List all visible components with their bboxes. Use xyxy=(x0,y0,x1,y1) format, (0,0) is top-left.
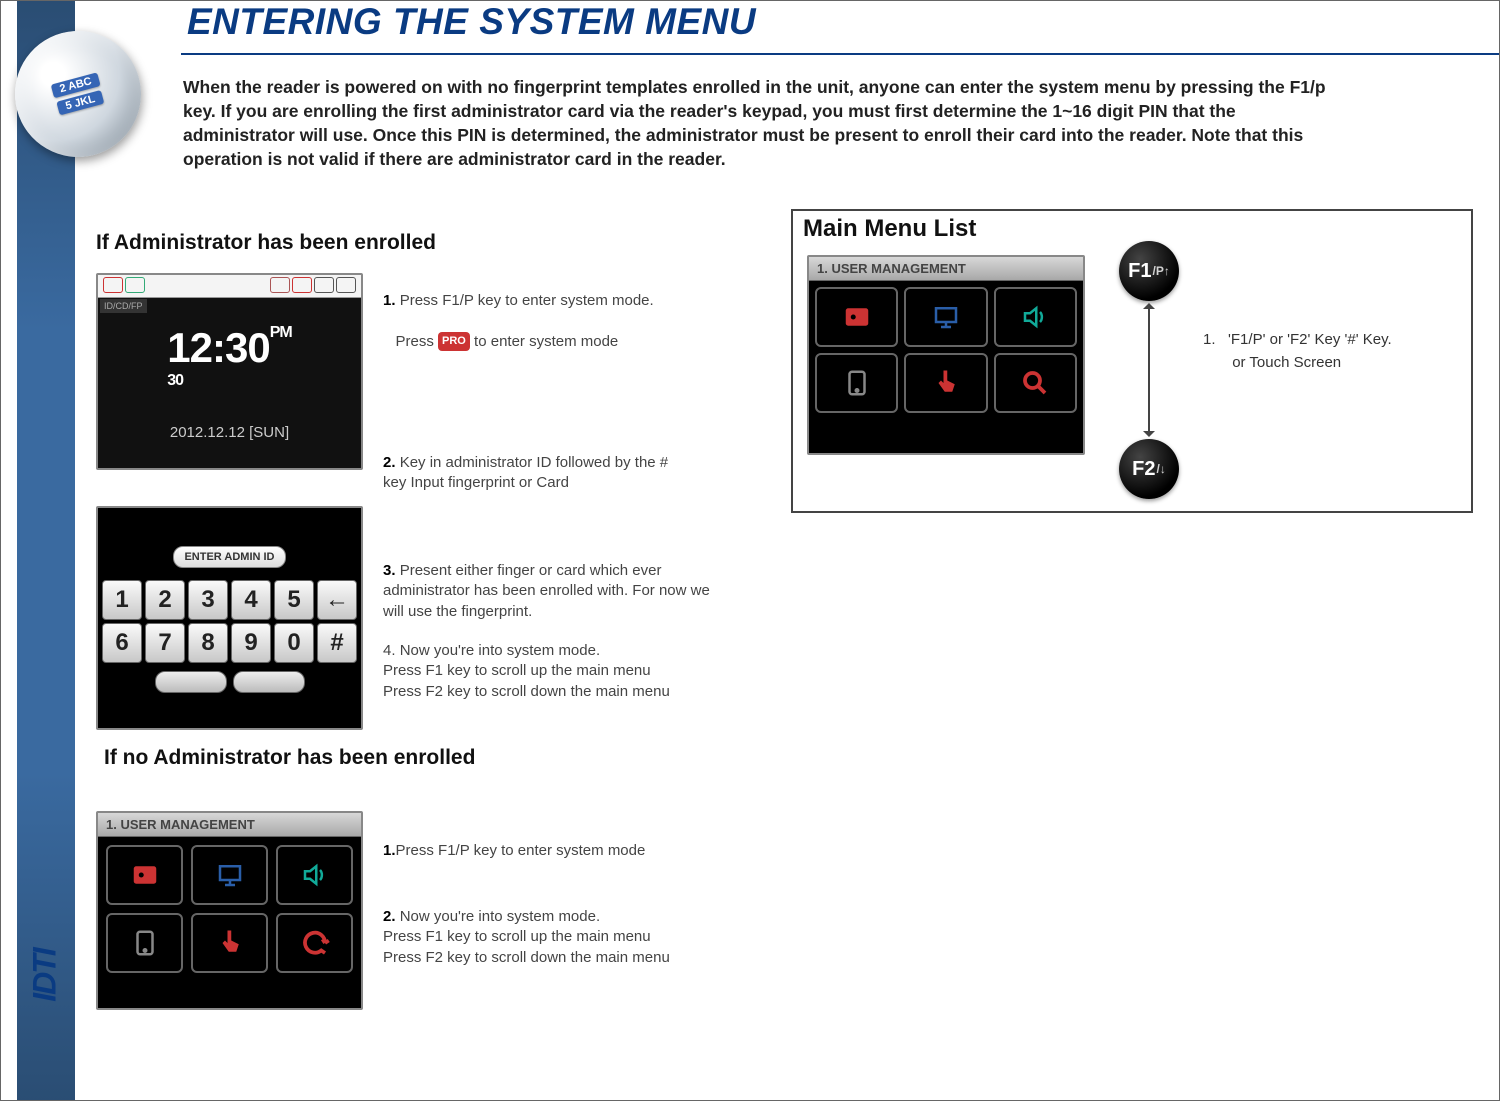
menu-tile-display-s[interactable] xyxy=(904,287,987,347)
section-no-admin-heading: If no Administrator has been enrolled xyxy=(104,746,475,770)
soft-button-left[interactable] xyxy=(155,671,227,693)
pro-badge-icon: PRO xyxy=(438,332,470,351)
mode-badge: ID/CD/FP xyxy=(100,299,147,313)
f2-button-icon: F2/↓ xyxy=(1119,439,1179,499)
menu-tile-display[interactable] xyxy=(191,845,268,905)
updown-arrow-icon xyxy=(1148,305,1150,435)
key-3[interactable]: 3 xyxy=(188,580,228,620)
key-back[interactable]: ← xyxy=(317,580,357,620)
key-5[interactable]: 5 xyxy=(274,580,314,620)
menu-tile-device-s[interactable] xyxy=(815,353,898,413)
main-menu-note: 1. 'F1/P' or 'F2' Key '#' Key. or Touch … xyxy=(1203,329,1392,374)
document-page: 2 ABC 5 JKL IDTI ENTERING THE SYSTEM MEN… xyxy=(0,0,1500,1101)
step3: 3. Present either finger or card which e… xyxy=(383,561,723,622)
page-title: ENTERING THE SYSTEM MENU xyxy=(187,1,756,43)
screenshot-standby: ID/CD/FP 12:30PM30 2012.12.12 [SUN] xyxy=(96,273,363,470)
menu-tile-touch-s[interactable] xyxy=(904,353,987,413)
screenshot-menu: 1. USER MANAGEMENT xyxy=(96,811,363,1010)
intro-paragraph: When the reader is powered on with no fi… xyxy=(183,75,1343,172)
key-7[interactable]: 7 xyxy=(145,623,185,663)
soft-button-right[interactable] xyxy=(233,671,305,693)
key-hash[interactable]: # xyxy=(317,623,357,663)
key-8[interactable]: 8 xyxy=(188,623,228,663)
menu-grid xyxy=(98,837,361,981)
key-0[interactable]: 0 xyxy=(274,623,314,663)
menu-tile-sound[interactable] xyxy=(276,845,353,905)
menu-tile-touch[interactable] xyxy=(191,913,268,973)
screenshot-keypad: ENTER ADMIN ID 1 2 3 4 5 ← 6 7 8 9 0 # xyxy=(96,506,363,730)
menu-tile-user-s[interactable] xyxy=(815,287,898,347)
dti-logo: IDTI xyxy=(19,910,71,1040)
key-2[interactable]: 2 xyxy=(145,580,185,620)
step4: 4. Now you're into system mode.Press F1 … xyxy=(383,641,713,702)
menu-header-small: 1. USER MANAGEMENT xyxy=(809,257,1083,281)
key-1[interactable]: 1 xyxy=(102,580,142,620)
menu-tile-user[interactable] xyxy=(106,845,183,905)
screenshot-menu-small: 1. USER MANAGEMENT xyxy=(807,255,1085,455)
menu-tile-search-s[interactable] xyxy=(994,353,1077,413)
enter-admin-label: ENTER ADMIN ID xyxy=(173,546,285,568)
f1-button-icon: F1/P↑ xyxy=(1119,241,1179,301)
clock-date: 2012.12.12 [SUN] xyxy=(170,424,289,441)
menu-tile-refresh[interactable] xyxy=(276,913,353,973)
menu-header: 1. USER MANAGEMENT xyxy=(98,813,361,837)
step1: 1. Press F1/P key to enter system mode. … xyxy=(383,291,693,352)
status-bar xyxy=(98,275,361,298)
key-9[interactable]: 9 xyxy=(231,623,271,663)
title-underline xyxy=(181,53,1499,55)
f-key-column: F1/P↑ F2/↓ xyxy=(1119,241,1179,499)
section-admin-enrolled-heading: If Administrator has been enrolled xyxy=(96,231,436,255)
clock-time: 12:30PM30 xyxy=(167,324,291,420)
key-4[interactable]: 4 xyxy=(231,580,271,620)
dti-logo-text: IDTI xyxy=(27,949,64,1001)
menu-tile-sound-s[interactable] xyxy=(994,287,1077,347)
s2-step2: 2. Now you're into system mode.Press F1 … xyxy=(383,907,703,968)
main-menu-list-panel: Main Menu List 1. USER MANAGEMENT F1/P↑ … xyxy=(791,209,1473,513)
s2-step1: 1.Press F1/P key to enter system mode xyxy=(383,841,693,861)
step2: 2. Key in administrator ID followed by t… xyxy=(383,453,693,494)
keypad: 1 2 3 4 5 ← 6 7 8 9 0 # xyxy=(98,576,361,667)
menu-grid-small xyxy=(809,281,1083,419)
menu-tile-device[interactable] xyxy=(106,913,183,973)
key-6[interactable]: 6 xyxy=(102,623,142,663)
